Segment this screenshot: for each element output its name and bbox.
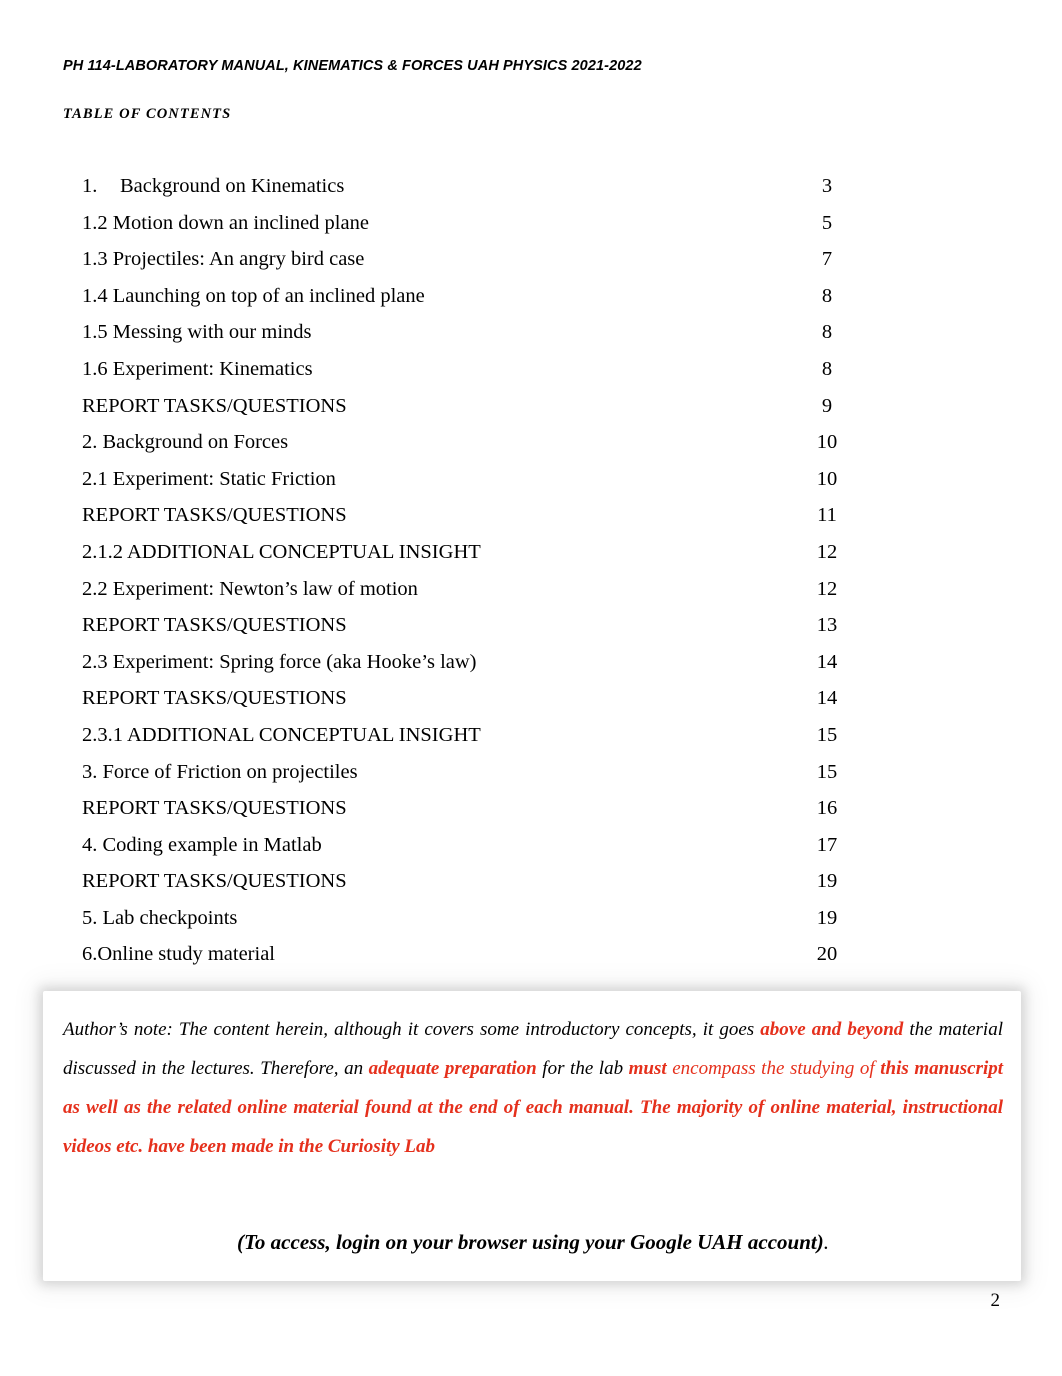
toc-entry-label: 6.Online study material	[82, 943, 275, 966]
toc-entry-page-number: 8	[821, 357, 833, 380]
toc-entry-page-number: 10	[816, 431, 838, 454]
toc-entry[interactable]: 1.5 Messing with our minds 8	[82, 314, 872, 351]
running-header: PH 114-LABORATORY MANUAL, KINEMATICS & F…	[63, 58, 642, 74]
toc-entry-label: 1. Background on Kinematics	[82, 168, 344, 205]
toc-entry[interactable]: REPORT TASKS/QUESTIONS 16	[82, 790, 872, 827]
footer-page-number: 2	[990, 1290, 1001, 1311]
toc-entry-label: REPORT TASKS/QUESTIONS	[82, 870, 347, 893]
toc-entry-label: 4. Coding example in Matlab	[82, 833, 322, 856]
toc-entry[interactable]: 2.1.2 ADDITIONAL CONCEPTUAL INSIGHT 12	[82, 534, 872, 571]
toc-entry-label: 2.3 Experiment: Spring force (aka Hooke’…	[82, 650, 477, 673]
toc-entry-label: 3. Force of Friction on projectiles	[82, 760, 358, 783]
toc-entry[interactable]: 1. Background on Kinematics 3	[82, 168, 872, 205]
toc-entry-page-number: 14	[816, 650, 838, 673]
toc-entry[interactable]: REPORT TASKS/QUESTIONS 11	[82, 497, 872, 534]
toc-entry-page-number: 10	[816, 467, 838, 490]
toc-entry-page-number: 17	[816, 833, 838, 856]
toc-entry[interactable]: 3. Force of Friction on projectiles 15	[82, 754, 872, 791]
toc-entry-label: 2.2 Experiment: Newton’s law of motion	[82, 577, 418, 600]
toc-entry-page-number: 16	[816, 797, 838, 820]
toc-entry[interactable]: 2.3.1 ADDITIONAL CONCEPTUAL INSIGHT 15	[82, 717, 872, 754]
toc-entry-page-number: 12	[816, 540, 838, 563]
toc-entry-label: REPORT TASKS/QUESTIONS	[82, 394, 347, 417]
toc-entry-label: 2. Background on Forces	[82, 431, 289, 454]
toc-entry-label: 1.2 Motion down an inclined plane	[82, 211, 369, 234]
page-title: TABLE OF CONTENTS	[63, 106, 232, 122]
toc-entry[interactable]: 1.2 Motion down an inclined plane 5	[82, 205, 872, 242]
toc-entry-label: REPORT TASKS/QUESTIONS	[82, 614, 347, 637]
toc-entry-label: REPORT TASKS/QUESTIONS	[82, 797, 347, 820]
access-line-text: (To access, login on your browser using …	[237, 1230, 824, 1254]
toc-entry-label: REPORT TASKS/QUESTIONS	[82, 504, 347, 527]
toc-entry-page-number: 12	[816, 577, 838, 600]
toc-entry-page-number: 13	[816, 614, 838, 637]
toc-entry[interactable]: 4. Coding example in Matlab 17	[82, 827, 872, 864]
toc-entry-page-number: 15	[816, 723, 838, 746]
toc-entry-label: 5. Lab checkpoints	[82, 906, 238, 929]
toc-entry-page-number: 9	[821, 394, 833, 417]
toc-entry-page-number: 14	[816, 687, 838, 710]
toc-entry[interactable]: REPORT TASKS/QUESTIONS 14	[82, 680, 872, 717]
toc-entry-label: 2.3.1 ADDITIONAL CONCEPTUAL INSIGHT	[82, 723, 481, 746]
toc-entry-page-number: 11	[817, 504, 837, 527]
author-note-segment: Author’s note: The content herein, altho…	[63, 1019, 761, 1040]
toc-entry-label: 1.4 Launching on top of an inclined plan…	[82, 284, 425, 307]
toc-entry-number: 1.	[82, 175, 98, 197]
toc-entry-label: 1.6 Experiment: Kinematics	[82, 357, 313, 380]
toc-entry-label: 1.5 Messing with our minds	[82, 321, 312, 344]
toc-entry-page-number: 19	[816, 906, 838, 929]
toc-entry-label: 2.1.2 ADDITIONAL CONCEPTUAL INSIGHT	[82, 540, 481, 563]
toc-entry[interactable]: 2.2 Experiment: Newton’s law of motion 12	[82, 571, 872, 608]
toc-entry-page-number: 15	[816, 760, 838, 783]
table-of-contents: 1. Background on Kinematics 3 1.2 Motion do…	[82, 168, 872, 973]
author-note-text: Author’s note: The content herein, altho…	[63, 1010, 1003, 1166]
toc-entry-label: 2.1 Experiment: Static Friction	[82, 467, 336, 490]
toc-entry-page-number: 7	[821, 248, 833, 271]
document-page: PH 114-LABORATORY MANUAL, KINEMATICS & F…	[0, 0, 1062, 1376]
toc-entry[interactable]: 1.3 Projectiles: An angry bird case 7	[82, 241, 872, 278]
toc-entry[interactable]: 5. Lab checkpoints 19	[82, 900, 872, 937]
author-note-callout: Author’s note: The content herein, altho…	[44, 992, 1020, 1280]
toc-entry-page-number: 20	[816, 943, 838, 966]
toc-entry-page-number: 8	[821, 284, 833, 307]
author-note-emphasis: above and beyond	[760, 1019, 904, 1040]
author-note-segment: for the lab	[536, 1058, 629, 1079]
toc-entry-label: 1.3 Projectiles: An angry bird case	[82, 248, 365, 271]
toc-entry-page-number: 3	[821, 175, 833, 197]
toc-entry[interactable]: REPORT TASKS/QUESTIONS 9	[82, 388, 872, 425]
toc-entry[interactable]: 1.4 Launching on top of an inclined plan…	[82, 278, 872, 315]
access-line-period: .	[823, 1230, 829, 1254]
toc-entry[interactable]: 2.1 Experiment: Static Friction 10	[82, 461, 872, 498]
toc-entry[interactable]: 2.3 Experiment: Spring force (aka Hooke’…	[82, 644, 872, 681]
toc-entry[interactable]: 6.Online study material 20	[82, 936, 872, 973]
toc-entry[interactable]: REPORT TASKS/QUESTIONS 13	[82, 607, 872, 644]
author-note-emphasis: must	[628, 1058, 667, 1079]
author-note-emphasis-light: encompass the studying of	[672, 1058, 875, 1079]
toc-entry-page-number: 8	[821, 321, 833, 344]
toc-entry-title: Background on Kinematics	[120, 175, 345, 197]
author-note-emphasis: adequate preparation	[368, 1058, 537, 1079]
toc-entry[interactable]: REPORT TASKS/QUESTIONS 19	[82, 863, 872, 900]
toc-entry[interactable]: 1.6 Experiment: Kinematics 8	[82, 351, 872, 388]
author-note-access-line: (To access, login on your browser using …	[63, 1230, 1003, 1255]
toc-entry[interactable]: 2. Background on Forces 10	[82, 424, 872, 461]
toc-entry-page-number: 19	[816, 870, 838, 893]
toc-entry-label: REPORT TASKS/QUESTIONS	[82, 687, 347, 710]
toc-entry-page-number: 5	[821, 211, 833, 234]
